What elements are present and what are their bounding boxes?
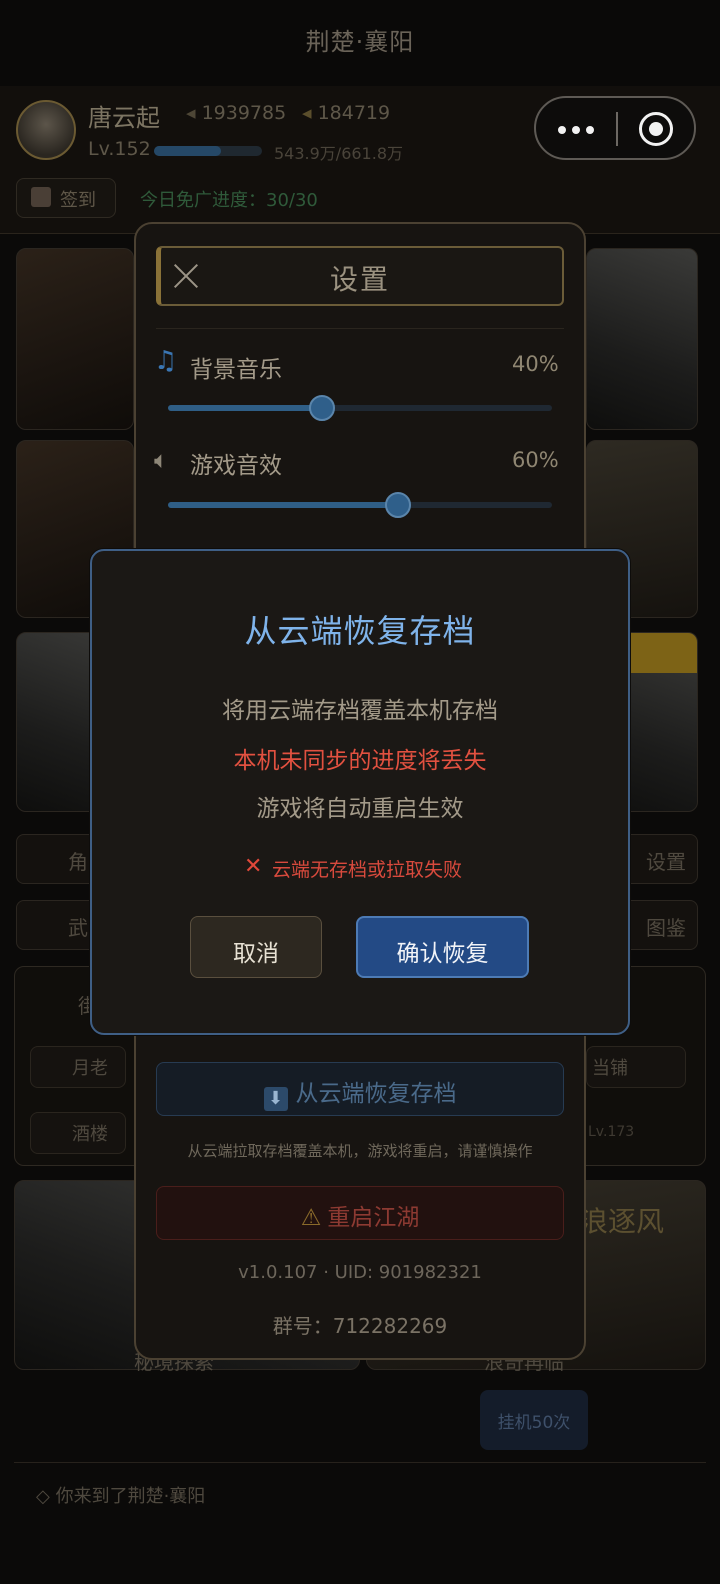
music-slider-fill	[168, 405, 322, 411]
log-text: ◇ 你来到了荆楚·襄阳	[36, 1486, 206, 1507]
speaker-icon: 🔈︎	[154, 446, 169, 474]
xp-bar-fill	[154, 146, 221, 156]
music-value: 40%	[512, 352, 559, 376]
sfx-label: 游戏音效	[190, 453, 282, 479]
player-name: 唐云起	[88, 104, 160, 132]
settings-title: 设置	[329, 263, 390, 296]
group-number: 群号：712282269	[272, 1314, 448, 1338]
sfx-slider-thumb[interactable]	[385, 492, 411, 518]
capsule-divider	[616, 112, 618, 146]
ad-free-progress: 今日免广进度：30/30	[140, 190, 318, 211]
error-message: 云端无存档或拉取失败	[272, 859, 463, 881]
coin-count: ◂ 1939785	[186, 102, 287, 124]
modal-message-2: 游戏将自动重启生效	[256, 796, 464, 822]
cancel-label: 取消	[233, 941, 279, 967]
scene-card[interactable]	[16, 248, 134, 430]
confirm-restore-label: 确认恢复	[396, 941, 489, 967]
chip-level-label: Lv.173	[588, 1124, 635, 1140]
chip-dangpu-label: 当铺	[592, 1058, 628, 1079]
scene-card[interactable]	[586, 248, 698, 430]
version-uid: v1.0.107 · UID: 901982321	[238, 1262, 482, 1283]
xp-text: 543.9万/661.8万	[274, 144, 404, 163]
music-label: 背景音乐	[190, 357, 282, 383]
modal-message-1: 将用云端存档覆盖本机存档	[222, 698, 498, 724]
menu-role-label: 角	[68, 850, 88, 874]
modal-title: 从云端恢复存档	[244, 612, 476, 650]
menu-settings-label: 设置	[646, 850, 686, 874]
modal-warning: 本机未同步的进度将丢失	[233, 748, 487, 774]
window-title: 荆楚·襄阳	[305, 28, 415, 56]
chip-jiulou-label: 酒楼	[72, 1124, 108, 1145]
download-icon: ⬇	[263, 1087, 288, 1111]
restore-cloud-label: ⬇ 从云端恢复存档	[156, 1074, 564, 1111]
menu-dots-icon[interactable]	[536, 98, 616, 158]
ingot-icon: ◂	[302, 102, 318, 124]
mini-program-capsule	[534, 96, 696, 160]
sfx-value: 60%	[512, 448, 559, 472]
player-level: Lv.152	[88, 138, 151, 160]
avatar[interactable]	[16, 100, 76, 160]
error-x-icon: ✕	[244, 854, 263, 879]
calendar-icon	[31, 187, 51, 207]
music-slider-thumb[interactable]	[309, 395, 335, 421]
ingot-count: ◂ 184719	[302, 102, 391, 124]
menu-codex-label: 图鉴	[646, 916, 686, 940]
menu-martial-label: 武	[68, 916, 88, 940]
divider	[14, 1462, 706, 1463]
adventure-card-title: 浪逐风	[580, 1205, 665, 1238]
checkin-label: 签到	[60, 190, 96, 211]
sfx-slider-fill	[168, 502, 398, 508]
divider	[156, 328, 564, 329]
music-note-icon: ♫	[154, 346, 178, 376]
restore-hint: 从云端拉取存档覆盖本机，游戏将重启，请谨慎操作	[187, 1142, 533, 1160]
warning-icon: ⚠	[300, 1205, 322, 1231]
coin-icon: ◂	[186, 102, 202, 124]
target-icon[interactable]	[639, 112, 673, 146]
reset-world-label: ⚠ 重启江湖	[300, 1205, 420, 1231]
chip-yuelao-label: 月老	[72, 1058, 108, 1079]
hangup-label: 挂机50次	[497, 1413, 571, 1433]
